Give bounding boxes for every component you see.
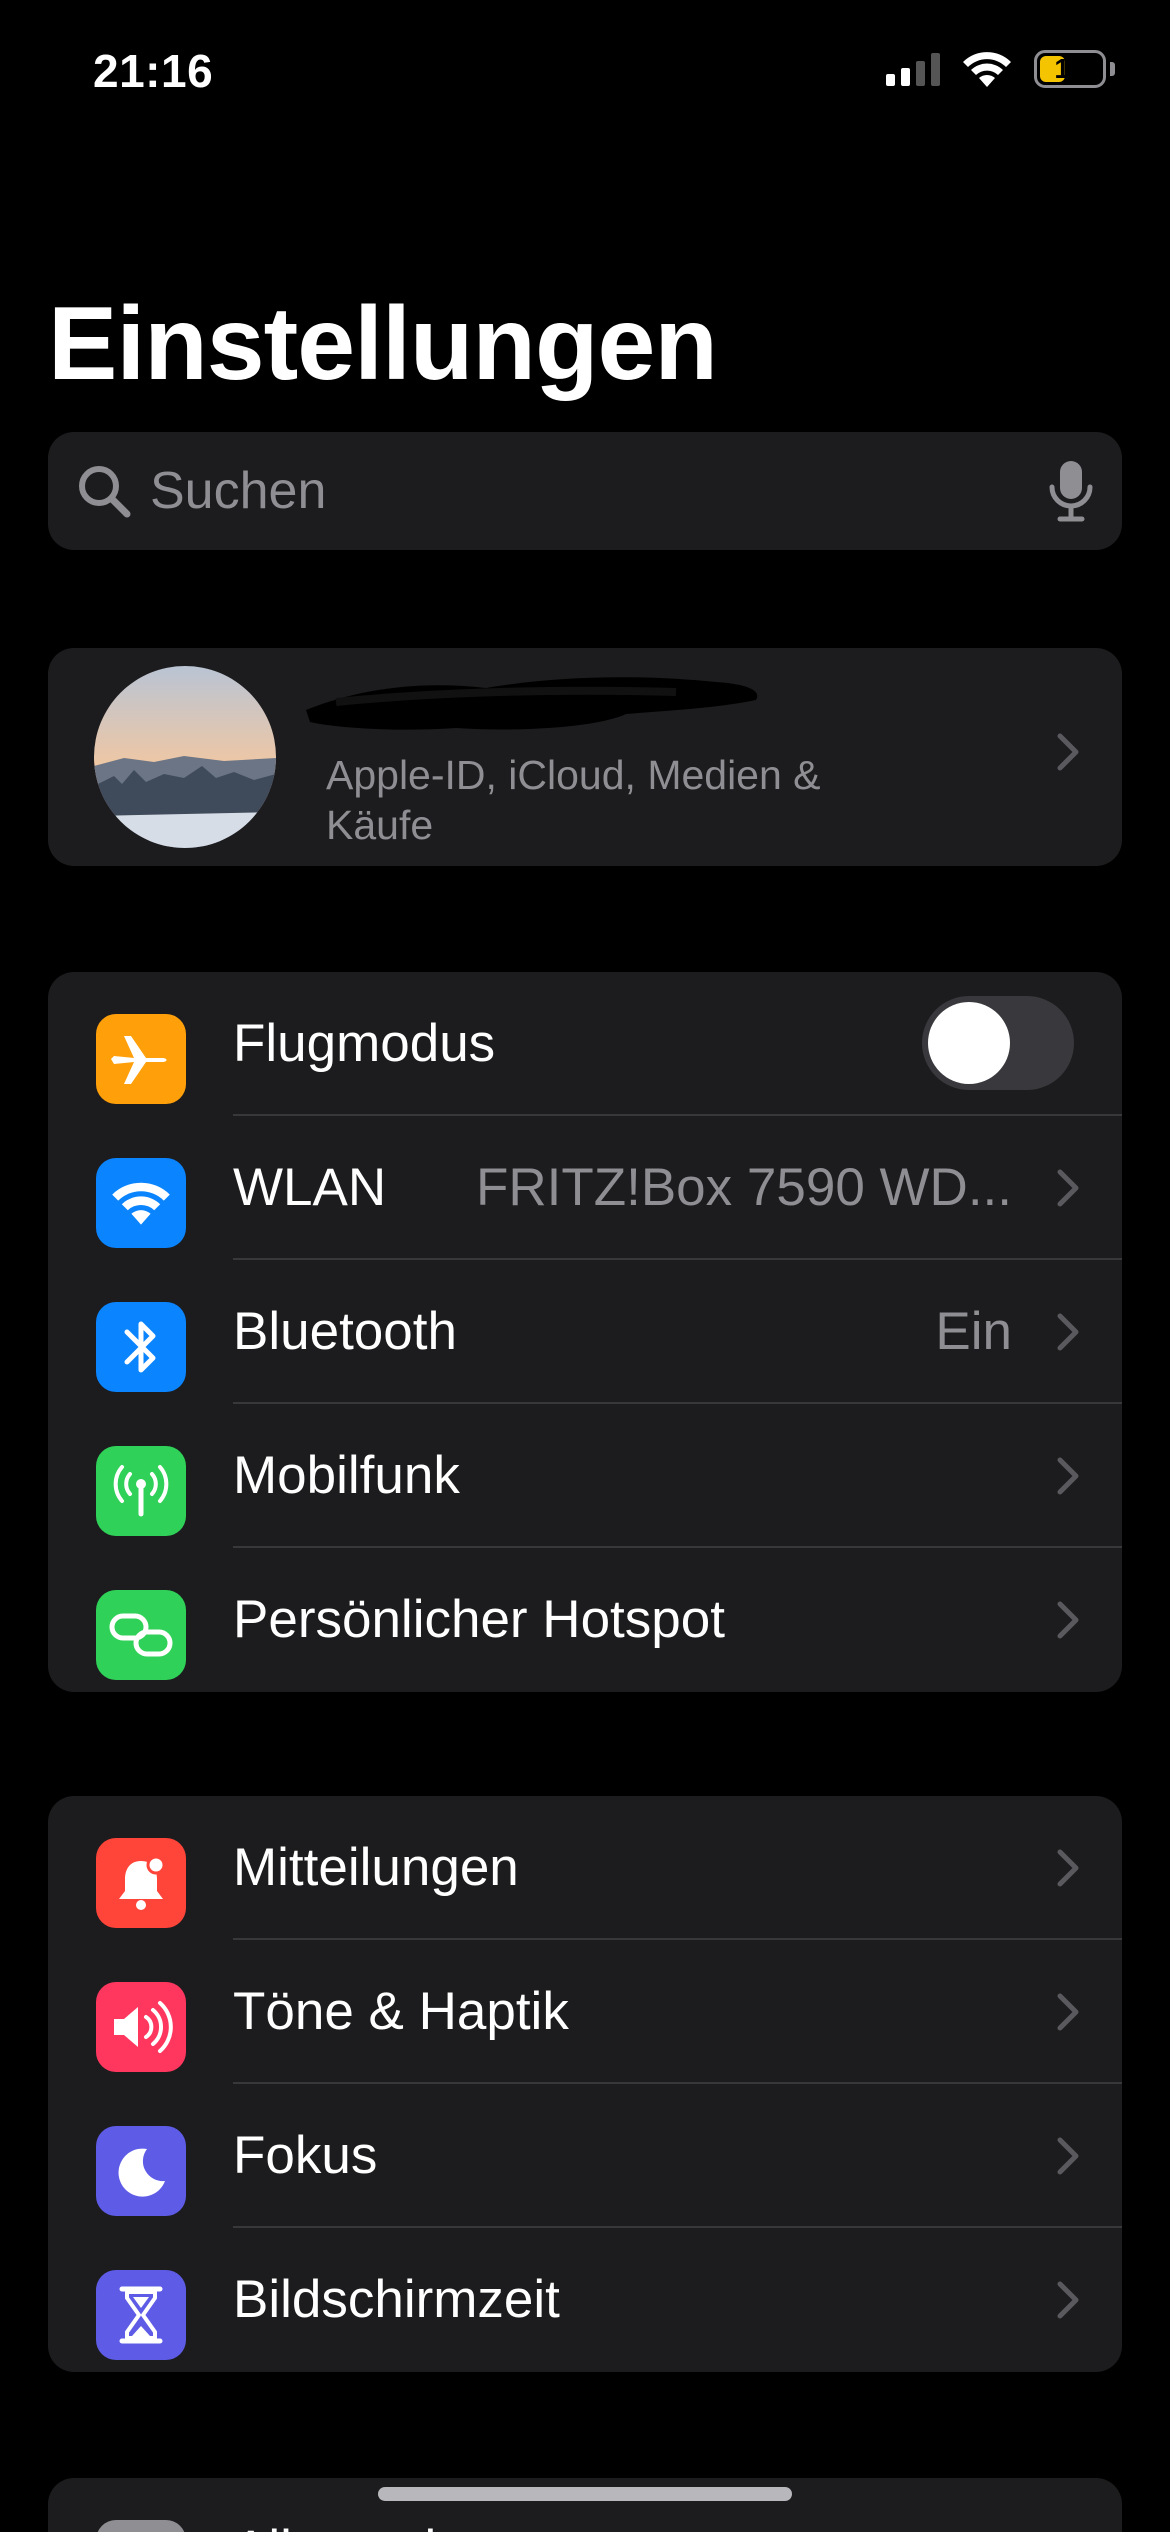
chevron-right-icon	[1057, 733, 1079, 771]
row-label: Mitteilungen	[233, 1838, 519, 1897]
chevron-right-icon	[1057, 2281, 1079, 2319]
wifi-status-icon	[963, 52, 1011, 87]
row-label: Flugmodus	[233, 1014, 496, 1073]
chevron-right-icon	[1057, 1993, 1079, 2031]
settings-row-toene[interactable]: Töne & Haptik	[48, 1940, 1122, 2084]
search-input[interactable]	[150, 461, 1048, 521]
microphone-icon[interactable]	[1048, 459, 1094, 523]
chevron-right-icon	[1057, 1169, 1079, 1207]
settings-row-wlan[interactable]: WLAN FRITZ!Box 7590 WD...	[48, 1116, 1122, 1260]
row-label: Fokus	[233, 2126, 378, 2185]
chevron-right-icon	[1057, 1601, 1079, 1639]
airplane-icon	[96, 1014, 186, 1104]
chevron-right-icon	[1057, 1313, 1079, 1351]
row-label: Töne & Haptik	[233, 1982, 569, 2041]
hourglass-icon	[96, 2270, 186, 2360]
speaker-icon	[96, 1982, 186, 2072]
status-bar: 21:16 19	[0, 0, 1170, 150]
settings-row-hotspot[interactable]: Persönlicher Hotspot	[48, 1548, 1122, 1692]
battery-icon: 19	[1034, 50, 1106, 88]
apple-id-profile-row[interactable]: Apple-ID, iCloud, Medien & Käufe	[48, 648, 1122, 866]
row-label: Bluetooth	[233, 1302, 457, 1361]
search-icon	[79, 466, 131, 518]
flugmodus-toggle[interactable]	[922, 996, 1074, 1090]
page-title: Einstellungen	[48, 286, 718, 402]
wifi-icon	[96, 1158, 186, 1248]
notifications-group: Mitteilungen Töne & Haptik Fokus Bildsch…	[48, 1796, 1122, 2372]
chevron-right-icon	[1057, 1849, 1079, 1887]
row-label: WLAN	[233, 1158, 387, 1217]
status-time: 21:16	[93, 45, 214, 97]
settings-row-flugmodus[interactable]: Flugmodus	[48, 972, 1122, 1116]
row-label: Mobilfunk	[233, 1446, 460, 1505]
chevron-right-icon	[1057, 2137, 1079, 2175]
battery-percentage: 19	[1054, 53, 1086, 84]
settings-row-mitteilungen[interactable]: Mitteilungen	[48, 1796, 1122, 1940]
antenna-icon	[96, 1446, 186, 1536]
row-value: FRITZ!Box 7590 WD...	[475, 1158, 1012, 1217]
settings-row-bluetooth[interactable]: Bluetooth Ein	[48, 1260, 1122, 1404]
search-bar[interactable]	[48, 432, 1122, 550]
settings-row-fokus[interactable]: Fokus	[48, 2084, 1122, 2228]
row-label: Persönlicher Hotspot	[233, 1590, 725, 1649]
cellular-signal-icon	[886, 52, 940, 86]
moon-icon	[96, 2126, 186, 2216]
chevron-right-icon	[1057, 1457, 1079, 1495]
bell-icon	[96, 1838, 186, 1928]
redacted-name	[306, 677, 758, 730]
gear-icon	[96, 2520, 186, 2532]
status-indicators: 19	[886, 50, 1115, 88]
hotspot-icon	[96, 1590, 186, 1680]
settings-row-mobilfunk[interactable]: Mobilfunk	[48, 1404, 1122, 1548]
row-label: Bildschirmzeit	[233, 2270, 560, 2329]
bluetooth-icon	[96, 1302, 186, 1392]
profile-subtitle: Apple-ID, iCloud, Medien & Käufe	[326, 752, 821, 848]
battery-nub	[1110, 62, 1115, 76]
avatar	[94, 666, 276, 848]
settings-row-bildschirmzeit[interactable]: Bildschirmzeit	[48, 2228, 1122, 2372]
row-value: Ein	[935, 1302, 1012, 1361]
home-indicator[interactable]	[378, 2487, 792, 2501]
connectivity-group: Flugmodus WLAN FRITZ!Box 7590 WD... Blue…	[48, 972, 1122, 1692]
